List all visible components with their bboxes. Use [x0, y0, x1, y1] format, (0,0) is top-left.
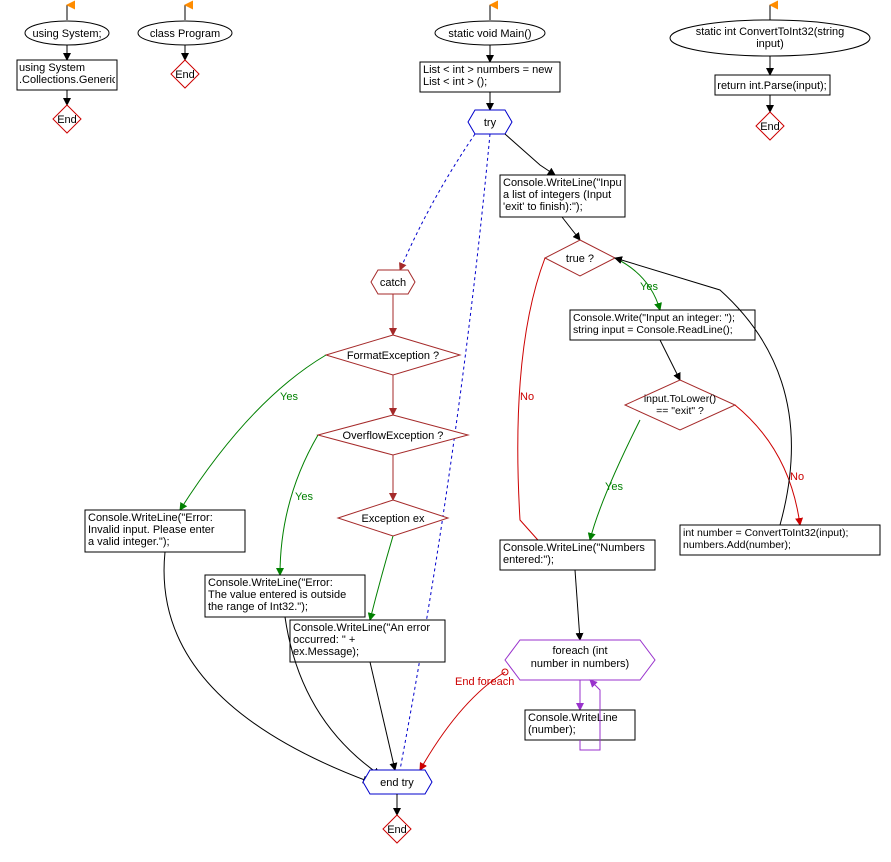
yes-label-4: Yes — [295, 491, 313, 503]
err-occurred-label: Console.WriteLine("An erroroccurred: " +… — [293, 622, 442, 658]
end-diamond-main: End — [383, 815, 411, 843]
format-exc-label: FormatException ? — [347, 350, 439, 362]
svg-text:End: End — [57, 114, 77, 126]
svg-text:End: End — [760, 121, 780, 133]
convert-add-label: int number = ConvertToInt32(input);numbe… — [683, 527, 877, 551]
end-diamond-convert: End — [756, 112, 784, 140]
write-number-label: Console.WriteLine(number); — [528, 712, 632, 736]
overflow-exc-label: OverflowException ? — [343, 430, 444, 442]
svg-text:End: End — [387, 824, 407, 836]
foreach-label: foreach (intnumber in numbers) — [525, 645, 635, 671]
flowchart-diagram: using System; using System.Collections.G… — [0, 0, 891, 862]
no-label-2: No — [790, 471, 804, 483]
end-diamond-using: End — [53, 105, 81, 133]
using-collections-label: using System.Collections.Generic; — [19, 62, 115, 86]
yes-label-3: Yes — [280, 391, 298, 403]
input-integer-label: Console.Write("Input an integer: ");stri… — [573, 312, 752, 336]
try-label: try — [484, 117, 497, 129]
list-decl-label: List < int > numbers = newList < int > (… — [423, 64, 557, 88]
svg-text:End: End — [175, 69, 195, 81]
catch-label: catch — [380, 277, 406, 289]
end-try-label: end try — [380, 777, 414, 789]
class-program-label: class Program — [150, 28, 220, 40]
true-label: true ? — [566, 253, 594, 265]
exit-check-label: input.ToLower()== "exit" ? — [640, 393, 720, 417]
err-invalid-label: Console.WriteLine("Error:Invalid input. … — [88, 512, 242, 548]
no-label-1: No — [520, 391, 534, 403]
yes-label-2: Yes — [605, 481, 623, 493]
exception-ex-label: Exception ex — [362, 513, 425, 525]
numbers-entered-label: Console.WriteLine("Numbersentered:"); — [503, 542, 652, 566]
err-range-label: Console.WriteLine("Error:The value enter… — [208, 577, 362, 613]
return-parse-label: return int.Parse(input); — [717, 80, 826, 92]
end-foreach-label: End foreach — [455, 676, 514, 688]
convert-label: static int ConvertToInt32(stringinput) — [680, 26, 860, 50]
end-diamond-program: End — [171, 60, 199, 88]
yes-label-1: Yes — [640, 281, 658, 293]
using-system-label: using System; — [32, 28, 101, 40]
input-list-prompt-label: Console.WriteLine("Inputa list of intege… — [503, 177, 622, 213]
main-label: static void Main() — [448, 28, 531, 40]
